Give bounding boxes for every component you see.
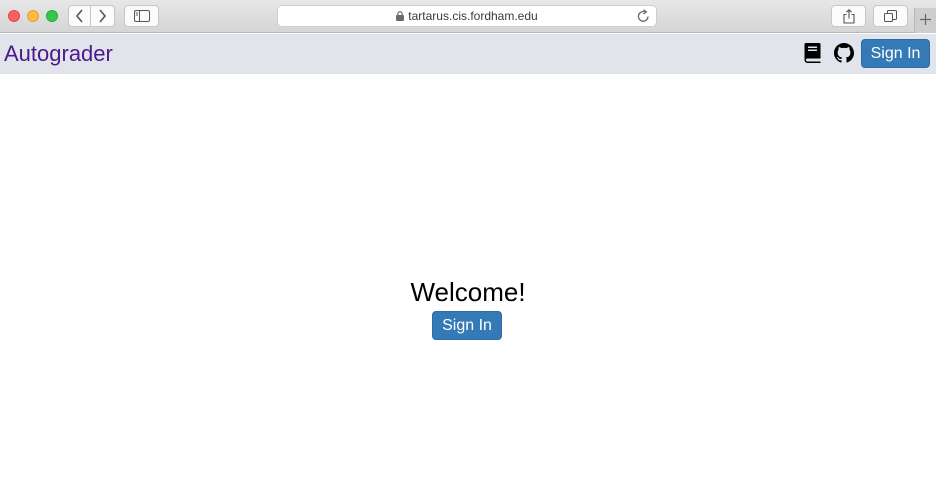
lock-icon bbox=[396, 11, 405, 21]
github-icon[interactable] bbox=[834, 42, 854, 64]
close-window-button[interactable] bbox=[8, 10, 20, 22]
book-icon[interactable] bbox=[802, 42, 822, 64]
chevron-right-icon bbox=[98, 9, 107, 23]
new-tab-button[interactable] bbox=[914, 8, 936, 33]
chevron-left-icon bbox=[75, 9, 84, 23]
sign-in-button[interactable]: Sign In bbox=[432, 311, 502, 340]
welcome-heading: Welcome! bbox=[410, 277, 526, 307]
tabs-overview-button[interactable] bbox=[873, 5, 908, 27]
navbar-sign-in-button[interactable]: Sign In bbox=[861, 39, 930, 68]
url-text: tartarus.cis.fordham.edu bbox=[408, 9, 538, 23]
sidebar-toggle-button[interactable] bbox=[124, 5, 159, 27]
share-icon bbox=[842, 8, 855, 24]
maximize-window-button[interactable] bbox=[46, 10, 58, 22]
share-button[interactable] bbox=[831, 5, 866, 27]
plus-icon bbox=[920, 12, 931, 30]
back-button[interactable] bbox=[68, 5, 91, 27]
address-bar[interactable]: tartarus.cis.fordham.edu bbox=[277, 5, 657, 27]
brand-link[interactable]: Autograder bbox=[4, 41, 113, 67]
minimize-window-button[interactable] bbox=[27, 10, 39, 22]
sidebar-icon bbox=[133, 10, 150, 22]
tabs-overview-icon bbox=[884, 9, 897, 23]
reload-icon[interactable] bbox=[637, 9, 650, 23]
navbar: Autograder Sign In bbox=[0, 34, 936, 74]
forward-button[interactable] bbox=[91, 5, 115, 27]
browser-toolbar: tartarus.cis.fordham.edu bbox=[0, 0, 936, 33]
